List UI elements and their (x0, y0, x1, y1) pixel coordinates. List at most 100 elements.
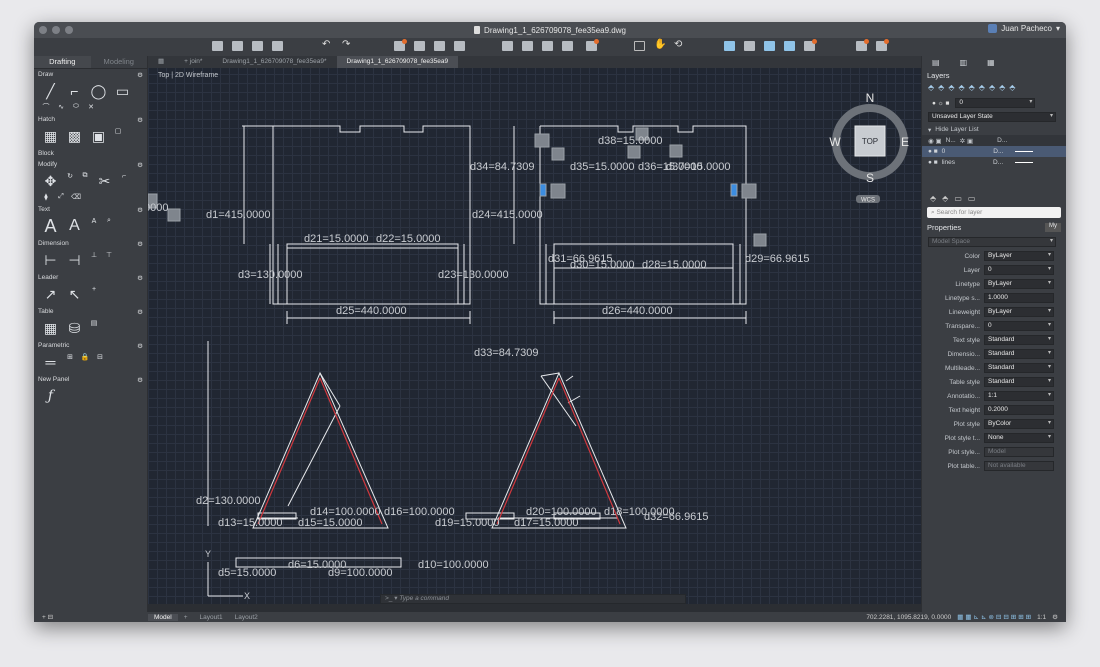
grip[interactable] (534, 133, 550, 148)
viewport-label[interactable]: Top | 2D Wireframe (158, 72, 218, 79)
dim-label[interactable]: d35=15.0000 (570, 161, 635, 173)
constraint-bar-icon[interactable]: ⊟ (94, 353, 106, 361)
section-title[interactable]: Dimension (38, 240, 69, 249)
compass-n[interactable]: N (866, 91, 875, 105)
dim-label[interactable]: d19=15.0000 (435, 517, 500, 529)
dim-label[interactable]: d28=15.0000 (642, 259, 707, 271)
plot-icon[interactable] (394, 39, 407, 51)
layer-tool-icon[interactable]: ⬘ (999, 83, 1005, 96)
property-row[interactable]: Plot style ByColor (922, 417, 1066, 431)
section-title[interactable]: Block (38, 150, 54, 159)
dim-label[interactable]: d22=15.0000 (376, 233, 441, 245)
gear-icon[interactable]: ⚙ (137, 376, 143, 385)
settings-icon[interactable]: ⚙ (1052, 613, 1058, 621)
grip[interactable] (551, 147, 565, 161)
grip[interactable] (167, 208, 181, 222)
polyline-icon[interactable]: ⌐ (64, 82, 85, 100)
pan-icon[interactable]: ✋ (654, 39, 666, 50)
fillet-icon[interactable]: ⌐ (118, 172, 130, 180)
grip[interactable] (753, 233, 767, 247)
scale-icon[interactable]: ⤢ (55, 193, 67, 201)
find-text-icon[interactable]: ⌕ (103, 217, 115, 225)
new-file-icon[interactable] (212, 41, 223, 51)
quick-select-icon[interactable] (744, 41, 755, 51)
hide-layer-list-toggle[interactable]: ▾ Hide Layer List (922, 124, 1066, 135)
dim-label[interactable]: d38=15.0000 (598, 135, 663, 147)
triangle-outline[interactable] (252, 371, 389, 529)
move-icon[interactable]: ✥ (40, 172, 61, 190)
section-title[interactable]: New Panel (38, 376, 69, 385)
layer-on-icon[interactable]: ● ■ (928, 159, 938, 166)
annotation-scale[interactable]: 1:1 (1037, 614, 1046, 621)
model-space-select[interactable]: Model Space (928, 237, 1056, 247)
table-style-icon[interactable]: ▤ (88, 319, 100, 327)
gear-icon[interactable]: ⚙ (137, 71, 143, 80)
add-leader-icon[interactable]: + (88, 285, 100, 293)
panel-inner[interactable] (286, 243, 459, 304)
property-value[interactable]: 1.0000 (984, 293, 1054, 303)
section-title[interactable]: Modify (38, 161, 57, 170)
multileader-icon[interactable]: ↗ (40, 285, 61, 303)
name-column[interactable]: N... (946, 137, 956, 144)
gear-icon[interactable]: ⚙ (137, 308, 143, 317)
dim-label[interactable]: d30=15.0000 (570, 259, 635, 271)
dim-label[interactable]: d5=15.0000 (218, 567, 276, 579)
erase-icon[interactable]: ⌫ (70, 193, 82, 201)
property-row[interactable]: Text style Standard (922, 333, 1066, 347)
section-title[interactable]: Parametric (38, 342, 69, 351)
drawing-canvas[interactable]: d1=415.0000 d3=130.0000 d21=15.0000 d22=… (148, 56, 921, 604)
region-icon[interactable]: ▢ (112, 127, 124, 135)
dim-label[interactable]: d9=100.0000 (328, 567, 393, 579)
property-row[interactable]: Linetype s... 1.0000 (922, 291, 1066, 305)
dim-label[interactable]: d10=100.0000 (418, 559, 489, 571)
undo-icon[interactable]: ↶ (322, 39, 333, 50)
function-icon[interactable]: ƒ (40, 387, 61, 405)
layer-tool-icon[interactable]: ⬘ (979, 83, 985, 96)
print-icon[interactable] (414, 41, 425, 51)
single-line-text-icon[interactable]: A (64, 217, 85, 235)
lock-icon[interactable]: 🔒 (79, 353, 91, 361)
compass-e[interactable]: E (901, 135, 909, 149)
layer-state-select[interactable]: Unsaved Layer State (928, 112, 1056, 122)
tab-layout1[interactable]: Layout1 (194, 614, 229, 621)
table-tab-icon[interactable]: ▦ (987, 58, 995, 67)
layer-tool-icon[interactable]: ⬘ (989, 83, 995, 96)
circle-icon[interactable]: ◯ (88, 82, 109, 100)
save-icon[interactable] (252, 41, 263, 51)
dim-label[interactable]: 0000 (148, 202, 168, 214)
rectangle-icon[interactable]: ▭ (112, 82, 133, 100)
layer-icon[interactable] (522, 41, 533, 51)
current-layer-value[interactable]: 0 (955, 98, 1036, 108)
minimize-button[interactable] (52, 26, 60, 34)
property-row[interactable]: Linetype ByLayer (922, 277, 1066, 291)
insert-icon[interactable] (562, 41, 573, 51)
export-icon[interactable] (454, 41, 465, 51)
wcs-menu[interactable]: WCS (861, 198, 875, 204)
dim-label[interactable]: d14=100.0000 (310, 506, 381, 518)
baseline-icon[interactable]: ⊤ (103, 251, 115, 259)
coincident-icon[interactable]: ═ (40, 353, 61, 371)
open-file-icon[interactable] (232, 41, 243, 51)
layer-row[interactable]: ● ■ 0 D... (922, 146, 1066, 157)
dim-label[interactable]: d2=130.0000 (196, 495, 261, 507)
gear-icon[interactable]: ⚙ (137, 206, 143, 215)
boundary-icon[interactable]: ▣ (88, 127, 109, 145)
current-layer-select[interactable]: ● ☼ ■ 0 (922, 96, 1066, 110)
add-layout-icon[interactable]: + (178, 614, 194, 621)
property-row[interactable]: Multileade... Standard (922, 361, 1066, 375)
section-title[interactable]: Text (38, 206, 50, 215)
layer-group-icon[interactable]: ▭ (954, 194, 962, 205)
dim-label[interactable]: d37=15.0000 (666, 161, 731, 173)
property-row[interactable]: Table style Standard (922, 375, 1066, 389)
property-value[interactable]: 0 (984, 321, 1054, 331)
viewcube-face[interactable]: TOP (862, 137, 878, 146)
tab-layout2[interactable]: Layout2 (229, 614, 264, 621)
property-value[interactable]: ByLayer (984, 307, 1054, 317)
table-icon[interactable]: ▦ (40, 319, 61, 337)
drafting-settings-icons[interactable]: ▦▦⊾⊾⊚⊟⊟⊞⊞⊞ (957, 613, 1033, 621)
measure-icon[interactable] (724, 41, 735, 51)
tab-model[interactable]: Model (148, 613, 178, 621)
properties-icon[interactable] (502, 41, 513, 51)
new-layer-frozen-icon[interactable]: ⬘ (942, 194, 948, 205)
save-as-icon[interactable] (272, 41, 283, 51)
